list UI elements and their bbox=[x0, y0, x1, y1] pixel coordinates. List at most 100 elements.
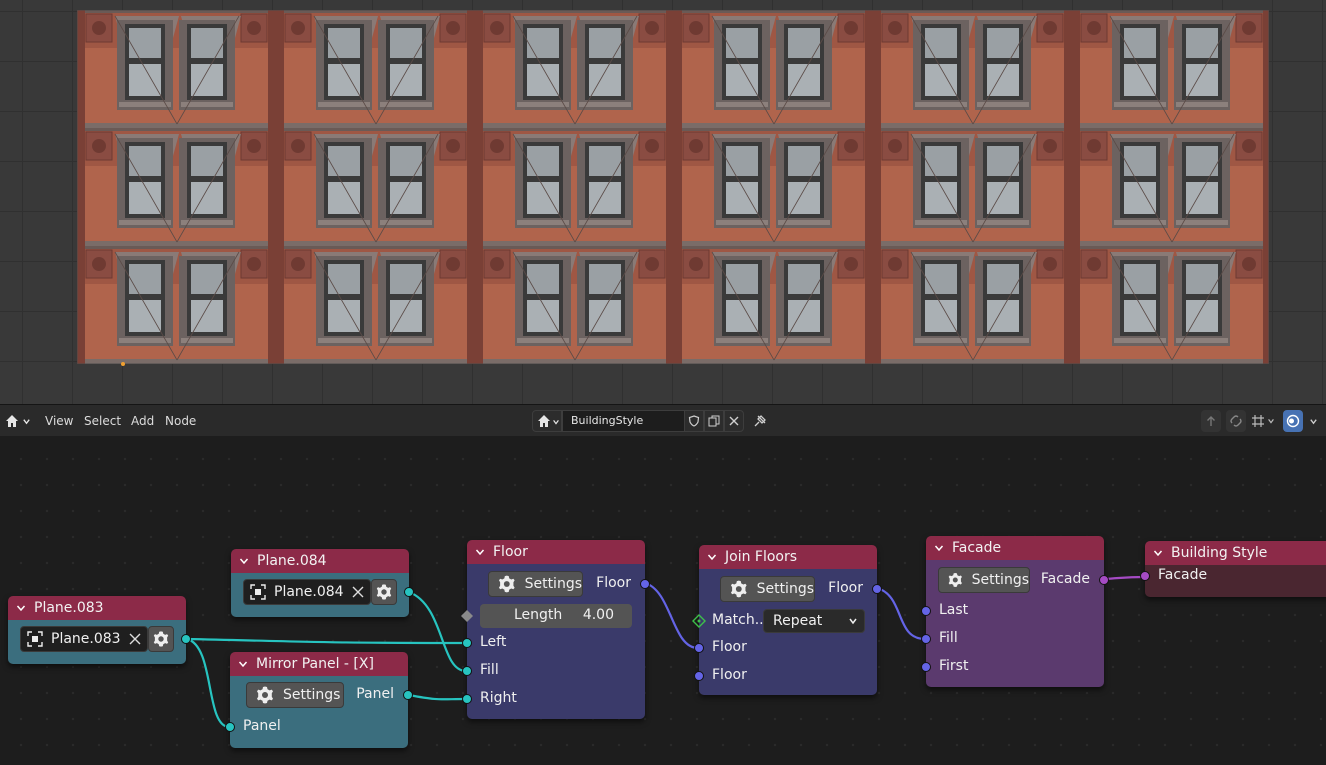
chevron-down-icon[interactable] bbox=[707, 552, 717, 562]
node-header[interactable]: Plane.083 bbox=[8, 596, 186, 620]
diamond-socket-icon[interactable] bbox=[692, 614, 706, 628]
node-header[interactable]: Plane.084 bbox=[231, 549, 409, 573]
input-label: Fill bbox=[480, 662, 499, 678]
input-socket-fill[interactable] bbox=[462, 666, 472, 676]
home-icon bbox=[6, 415, 18, 427]
node-body: Facade bbox=[1140, 565, 1326, 597]
output-socket-floor[interactable] bbox=[872, 584, 882, 594]
settings-button[interactable] bbox=[148, 626, 174, 652]
input-label: Right bbox=[480, 690, 517, 706]
menu-node[interactable]: Node bbox=[165, 414, 196, 428]
input-label: First bbox=[939, 658, 969, 674]
overlay-links-button[interactable] bbox=[1226, 410, 1246, 432]
settings-button[interactable]: Settings bbox=[488, 571, 583, 597]
object-field[interactable]: Plane.084 bbox=[243, 579, 371, 605]
node-header[interactable]: Building Style bbox=[1145, 541, 1326, 565]
settings-button[interactable]: Settings bbox=[720, 576, 815, 602]
chevron-down-icon[interactable] bbox=[238, 659, 248, 669]
settings-label: Settings bbox=[971, 572, 1029, 588]
node-canvas[interactable]: Plane.083 Plane.083 Plane.084 Plane.084 bbox=[0, 436, 1326, 765]
object-icon bbox=[250, 584, 266, 600]
output-label: Floor bbox=[828, 580, 863, 596]
gear-icon bbox=[730, 580, 747, 598]
gear-icon bbox=[376, 584, 392, 600]
object-icon bbox=[27, 631, 43, 647]
length-field[interactable]: Length 4.00 bbox=[480, 604, 632, 628]
settings-label: Settings bbox=[756, 581, 814, 597]
input-socket-floor-1[interactable] bbox=[694, 643, 704, 653]
input-socket-panel[interactable] bbox=[225, 722, 235, 732]
output-socket-object[interactable] bbox=[404, 587, 414, 597]
node-building-style[interactable]: Building Style Facade bbox=[1140, 541, 1326, 597]
node-body: Settings Floor Match... Repeat Floor Flo… bbox=[692, 569, 882, 695]
overlay-toggle[interactable] bbox=[1283, 410, 1303, 432]
input-socket-last[interactable] bbox=[921, 606, 931, 616]
input-socket-facade[interactable] bbox=[1140, 571, 1150, 581]
node-mirror-panel[interactable]: Mirror Panel - [X] Settings Panel Panel bbox=[225, 652, 413, 748]
duplicate-tree-button[interactable] bbox=[704, 410, 724, 432]
chevron-down-icon[interactable] bbox=[934, 543, 944, 553]
menu-add[interactable]: Add bbox=[131, 414, 154, 428]
node-plane-084[interactable]: Plane.084 Plane.084 bbox=[231, 549, 414, 617]
input-socket-left[interactable] bbox=[462, 638, 472, 648]
settings-button[interactable] bbox=[371, 579, 397, 605]
input-socket-right[interactable] bbox=[462, 694, 472, 704]
overlay-dropdown[interactable] bbox=[1304, 410, 1322, 432]
input-socket-first[interactable] bbox=[921, 662, 931, 672]
chevron-down-icon[interactable] bbox=[239, 556, 249, 566]
3d-viewport[interactable] bbox=[0, 0, 1326, 404]
editor-type-selector[interactable] bbox=[4, 410, 32, 432]
tree-type-button[interactable] bbox=[532, 410, 562, 432]
node-editor-header: View Select Add Node BuildingStyle bbox=[0, 404, 1326, 436]
pin-icon bbox=[754, 415, 766, 427]
settings-label: Settings bbox=[283, 687, 341, 703]
menu-select[interactable]: Select bbox=[84, 414, 121, 428]
output-socket-floor[interactable] bbox=[640, 579, 650, 589]
input-socket-fill[interactable] bbox=[921, 634, 931, 644]
diamond-socket-icon[interactable] bbox=[460, 609, 474, 623]
settings-button[interactable]: Settings bbox=[246, 682, 344, 708]
duplicate-icon bbox=[708, 415, 720, 427]
fake-user-button[interactable] bbox=[684, 410, 704, 432]
unlink-tree-button[interactable] bbox=[724, 410, 744, 432]
link-mirror-right bbox=[408, 693, 467, 701]
menu-view[interactable]: View bbox=[45, 414, 73, 428]
node-body: Plane.084 bbox=[231, 573, 414, 617]
input-label: Floor bbox=[712, 639, 747, 655]
chevron-down-icon[interactable] bbox=[475, 547, 485, 557]
node-plane-083[interactable]: Plane.083 Plane.083 bbox=[8, 596, 191, 664]
chevron-down-icon bbox=[1309, 418, 1317, 424]
snapping-dropdown[interactable] bbox=[1248, 410, 1278, 432]
node-floor[interactable]: Floor Settings Floor Length 4.00 Left Fi… bbox=[461, 540, 650, 719]
settings-button[interactable]: Settings bbox=[938, 567, 1030, 593]
input-socket-floor-2[interactable] bbox=[694, 671, 704, 681]
link-icon bbox=[1230, 415, 1242, 427]
arrow-up-icon bbox=[1207, 416, 1215, 426]
node-header[interactable]: Facade bbox=[926, 536, 1104, 560]
output-socket-panel[interactable] bbox=[403, 690, 413, 700]
node-header[interactable]: Mirror Panel - [X] bbox=[230, 652, 408, 676]
node-tree-selector: BuildingStyle bbox=[532, 410, 772, 432]
gear-icon bbox=[948, 572, 962, 588]
node-header[interactable]: Floor bbox=[467, 540, 645, 564]
pin-button[interactable] bbox=[750, 410, 770, 432]
link-plane084-fill bbox=[408, 590, 467, 673]
node-join-floors[interactable]: Join Floors Settings Floor Match... Repe… bbox=[692, 545, 882, 695]
gear-icon bbox=[257, 686, 273, 704]
output-socket-facade[interactable] bbox=[1099, 575, 1109, 585]
link-join-fill bbox=[876, 586, 926, 641]
close-icon[interactable] bbox=[129, 633, 141, 645]
node-header[interactable]: Join Floors bbox=[699, 545, 877, 569]
input-label: Panel bbox=[243, 718, 281, 734]
parent-tree-button[interactable] bbox=[1201, 410, 1221, 432]
chevron-down-icon[interactable] bbox=[1153, 548, 1163, 558]
length-label: Length bbox=[514, 607, 563, 623]
output-socket-object[interactable] bbox=[181, 634, 191, 644]
chevron-down-icon bbox=[23, 418, 30, 424]
close-icon[interactable] bbox=[352, 586, 364, 598]
node-facade[interactable]: Facade Settings Facade Last Fill First bbox=[921, 536, 1109, 687]
chevron-down-icon[interactable] bbox=[16, 603, 26, 613]
match-dropdown[interactable]: Repeat bbox=[763, 609, 865, 633]
close-icon bbox=[729, 416, 739, 426]
object-field[interactable]: Plane.083 bbox=[20, 626, 148, 652]
